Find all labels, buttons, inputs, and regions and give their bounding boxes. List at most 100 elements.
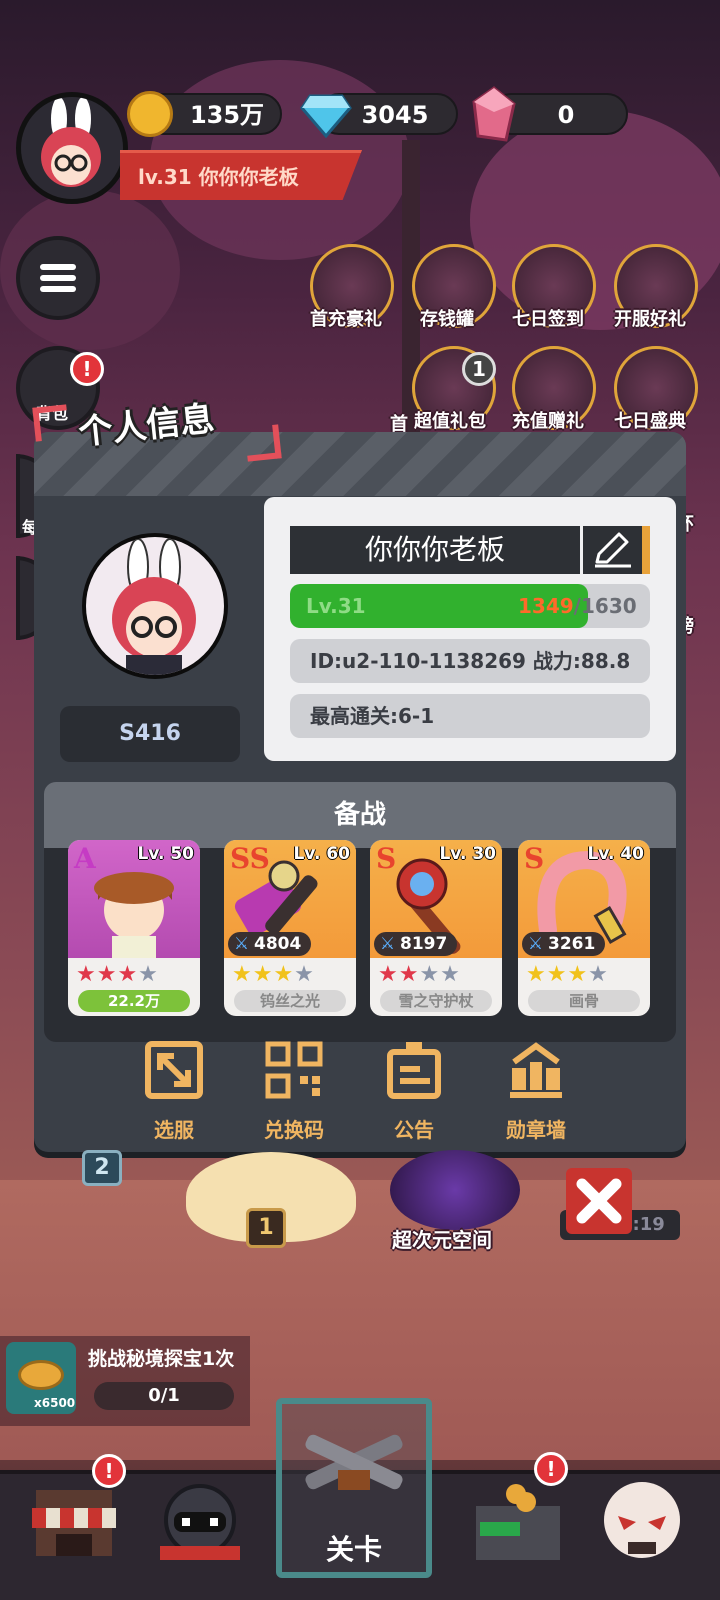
portal-label: 超次元空间 [392, 1228, 492, 1252]
crossed-guns-icon [305, 1434, 403, 1490]
nav-hero[interactable] [152, 1476, 248, 1572]
sword-icon: ⚔ [380, 934, 396, 954]
card-rank: S [524, 842, 545, 875]
card-rank: SS [230, 842, 270, 875]
event-label: 超值礼包 [414, 411, 486, 432]
medal-wall-label: 勋章墙 [506, 1118, 566, 1142]
redeem-code-label: 兑换码 [264, 1118, 324, 1142]
title-bracket-right [244, 424, 282, 462]
exp-text: 1349/1630 [518, 584, 637, 628]
card-name-tag: 画骨 [528, 990, 640, 1012]
card-stars: ★★★★ [526, 962, 609, 987]
card-power: ⚔ 8197 [374, 932, 458, 956]
announcement-label: 公告 [394, 1118, 434, 1142]
card-power: ⚔ 4804 [228, 932, 312, 956]
prep-card-weapon[interactable]: S Lv. 30 ⚔ 8197 ★★★★ 雪之守护杖 [370, 840, 502, 1016]
stage-1-marker[interactable]: 1 [246, 1208, 286, 1248]
close-icon [576, 1178, 622, 1224]
event-label: 开服好礼 [614, 309, 686, 330]
prep-card-weapon[interactable]: S Lv. 40 ⚔ 3261 ★★★★ 画骨 [518, 840, 650, 1016]
treasure-cart-icon [476, 1484, 560, 1560]
quest-title: 挑战秘境探宝1次 [88, 1348, 235, 1370]
qr-code-icon [265, 1041, 323, 1099]
coin-icon [127, 91, 173, 137]
knight-helmet-icon [160, 1484, 240, 1560]
shop-icon [32, 1490, 116, 1556]
event-label: 存钱罐 [420, 309, 474, 330]
player-name-banner[interactable]: lv.31 你你你老板 [120, 150, 362, 200]
prep-card-weapon[interactable]: SS Lv. 60 ⚔ 4804 ★★★★ 钨丝之光 [224, 840, 356, 1016]
player-avatar[interactable] [16, 92, 128, 204]
diamond-icon [300, 94, 352, 138]
prep-card-hero[interactable]: A Lv. 50 ★★★★ 22.2万 [68, 840, 200, 1016]
announcement-icon [387, 1042, 441, 1099]
player-banner-text: lv.31 你你你老板 [138, 165, 299, 189]
edit-pencil-icon [595, 532, 631, 568]
card-rank: S [376, 842, 397, 875]
profile-avatar[interactable] [82, 533, 228, 679]
power-value: 3261 [548, 934, 596, 954]
menu-button[interactable] [16, 236, 100, 320]
card-stars: ★★★★ [76, 962, 159, 987]
event-label: 充值赠礼 [512, 411, 584, 432]
card-name-tag: 钨丝之光 [234, 990, 346, 1012]
coin-stack-icon [18, 1360, 64, 1390]
exp-current: 1349 [518, 594, 574, 618]
announcement-button[interactable]: 公告 [364, 1040, 464, 1143]
nav-shop[interactable] [26, 1476, 122, 1572]
quest-panel[interactable]: x6500 挑战秘境探宝1次 0/1 [0, 1336, 250, 1426]
value-pack-badge: 1 [462, 352, 496, 386]
best-stage-row: 最高通关:6-1 [290, 694, 650, 738]
card-stars: ★★★★ [232, 962, 315, 987]
nav-treasury[interactable] [470, 1476, 566, 1572]
profile-portrait-icon [86, 537, 224, 675]
stage-2-marker[interactable]: 2 [82, 1150, 122, 1186]
avatar-portrait-icon [21, 97, 123, 199]
crystal-icon [472, 86, 516, 142]
menu-icon [40, 264, 76, 292]
card-name-tag: 雪之守护杖 [380, 990, 492, 1012]
prep-header: 备战 [44, 782, 676, 848]
player-name: 你你你老板 [364, 533, 505, 566]
power-value: 4804 [254, 934, 302, 954]
quest-reward-count: x6500 [34, 1396, 76, 1410]
medal-wall-icon [510, 1042, 562, 1098]
card-stars: ★★★★ [378, 962, 461, 987]
exp-separator: / [573, 594, 581, 618]
server-switch-icon [145, 1041, 203, 1099]
sword-icon: ⚔ [234, 934, 250, 954]
redeem-code-button[interactable]: 兑换码 [244, 1040, 344, 1143]
quest-progress: 0/1 [94, 1382, 234, 1410]
nav-boss[interactable] [594, 1476, 690, 1572]
event-label: 首充豪礼 [310, 309, 382, 330]
power-value: 8197 [400, 934, 448, 954]
event-label: 七日盛典 [614, 411, 686, 432]
title-bracket-left [32, 404, 70, 442]
player-name-field: 你你你老板 [290, 526, 650, 574]
quest-reward-icon: x6500 [6, 1342, 76, 1414]
skull-icon [604, 1482, 680, 1558]
shop-badge: ! [92, 1454, 126, 1488]
medal-wall-button[interactable]: 勋章墙 [486, 1040, 586, 1143]
bag-badge: ! [70, 352, 104, 386]
switch-server-label: 选服 [154, 1118, 194, 1142]
nav-stage[interactable]: 关卡 [276, 1398, 432, 1578]
card-power-tag: 22.2万 [78, 990, 190, 1012]
level-text: Lv.31 [306, 594, 366, 618]
server-label: S416 [60, 706, 240, 762]
card-level: Lv. 40 [587, 844, 644, 864]
exp-bar: Lv.31 1349/1630 [290, 584, 650, 628]
treasury-badge: ! [534, 1452, 568, 1486]
card-level: Lv. 50 [137, 844, 194, 864]
switch-server-button[interactable]: 选服 [124, 1040, 224, 1143]
exp-max: 1630 [580, 594, 637, 618]
event-label: 七日签到 [512, 309, 584, 330]
card-power: ⚔ 3261 [522, 932, 606, 956]
card-level: Lv. 30 [439, 844, 496, 864]
stage-tab-label: 关卡 [325, 1533, 382, 1566]
portal[interactable] [390, 1150, 520, 1230]
card-rank: A [74, 842, 96, 875]
id-power-row: ID:u2-110-1138269 战力:88.8万 [290, 639, 650, 717]
close-button[interactable] [566, 1168, 632, 1234]
rename-button[interactable] [580, 526, 642, 574]
